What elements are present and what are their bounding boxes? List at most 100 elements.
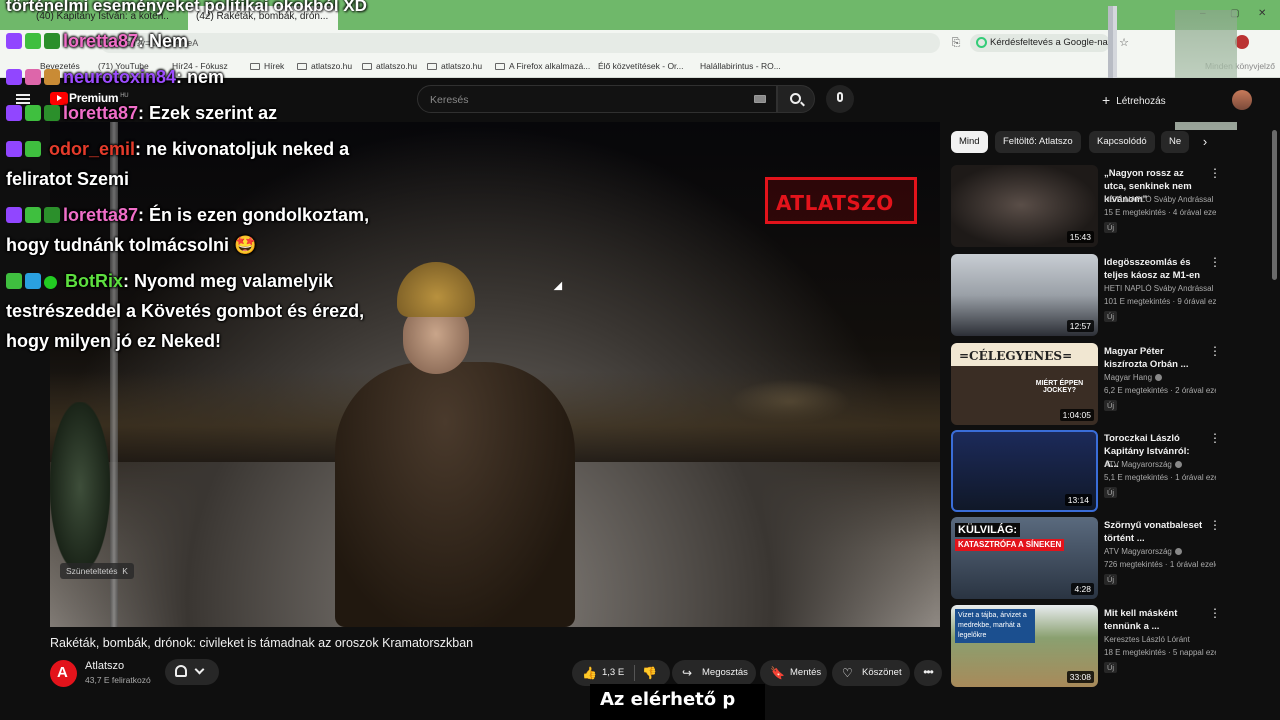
kick-badge-icon: [6, 273, 22, 289]
recommendation-title[interactable]: Idegösszeomlás és teljes káosz az M1-en: [1104, 256, 1204, 282]
star-badge-icon: [25, 69, 41, 85]
twitch-icon: [6, 69, 22, 85]
plus-icon: +: [1102, 92, 1111, 108]
bookmark-item[interactable]: atlatszo.hu: [297, 61, 352, 71]
more-vert-icon[interactable]: ⋮: [1209, 519, 1221, 531]
bookmark-item[interactable]: atlatszo.hu: [362, 61, 417, 71]
thanks-button[interactable]: ♡ Köszönet: [832, 660, 910, 686]
search-input[interactable]: Keresés: [417, 85, 777, 113]
emote-badge-icon: [44, 207, 60, 223]
bell-icon: [175, 665, 187, 677]
recommendation-meta: 101 E megtekintés · 9 órával ezelőtt: [1104, 297, 1216, 306]
more-vert-icon[interactable]: ⋮: [1209, 345, 1221, 357]
duration-badge: 15:43: [1066, 231, 1094, 243]
bookmark-item[interactable]: Halállabirintus - RO...: [700, 61, 781, 71]
recommendation-item[interactable]: 15:43 „Nagyon rossz az utca, senkinek ne…: [951, 165, 1221, 249]
verified-icon: [44, 276, 57, 289]
bookmark-item[interactable]: atlatszo.hu: [427, 61, 482, 71]
recommendation-item[interactable]: KÜLVILÁG: KATASZTRÓFA A SÍNEKEN 4:28 Szö…: [951, 517, 1221, 601]
more-actions-button[interactable]: •••: [914, 660, 942, 686]
verified-icon: [1174, 548, 1182, 555]
sidebar-scrollbar[interactable]: [1272, 130, 1277, 280]
bookmark-label: atlatszo.hu: [376, 61, 418, 71]
video-thumbnail[interactable]: Vizet a tájba, árvizet a medrekbe, marhá…: [951, 605, 1098, 687]
create-button[interactable]: + Létrehozás: [1102, 92, 1166, 108]
more-vert-icon[interactable]: ⋮: [1209, 607, 1221, 619]
bookmark-star-icon[interactable]: ☆: [1118, 37, 1130, 49]
duration-badge: 13:14: [1064, 494, 1092, 506]
save-button[interactable]: 🔖 Mentés: [760, 660, 827, 686]
heart-dollar-icon: ♡: [842, 666, 853, 680]
thumbs-down-icon[interactable]: 👎: [642, 666, 657, 680]
url-field[interactable]: watch?v=...aqRPIxeA: [100, 33, 940, 53]
recommendation-channel[interactable]: Keresztes László Lóránt: [1104, 635, 1216, 644]
more-vert-icon[interactable]: ⋮: [1209, 256, 1221, 268]
channel-name[interactable]: Atlatszo: [85, 660, 124, 672]
subscribed-notifications-button[interactable]: [165, 659, 219, 685]
closed-caption: Az elérhető p: [590, 684, 765, 720]
avatar[interactable]: [1232, 90, 1252, 110]
sub-badge-icon: [25, 105, 41, 121]
recommendation-title[interactable]: Mit kell másként tennünk a ...: [1104, 607, 1204, 633]
bookmark-icon: 🔖: [770, 666, 785, 680]
chat-message: loretta87: Ezek szerint az: [6, 98, 277, 128]
chip-more[interactable]: Ne: [1161, 131, 1190, 153]
recommendation-item[interactable]: Vizet a tájba, árvizet a medrekbe, marhá…: [951, 605, 1221, 689]
browser-profile-avatar[interactable]: [1235, 35, 1249, 49]
recommendation-channel[interactable]: ATV Magyarország: [1104, 460, 1216, 469]
recommendation-channel[interactable]: ATV Magyarország: [1104, 547, 1216, 556]
recommendation-channel[interactable]: HETI NAPLÓ Sváby Andrással: [1104, 284, 1216, 293]
chevron-right-icon[interactable]: ›: [1196, 133, 1214, 151]
chat-nick: BotRix: [65, 271, 124, 291]
google-ask-button[interactable]: Kérdésfeltevés a Google-nak: [970, 34, 1113, 52]
chip-all[interactable]: Mind: [951, 131, 988, 153]
folder-icon: [297, 63, 307, 70]
recommendation-channel[interactable]: Magyar Hang: [1104, 373, 1216, 382]
chat-nick: odor_emil: [49, 139, 136, 159]
share-button[interactable]: ↪ Megosztás: [672, 660, 756, 686]
sub-badge-icon: [25, 207, 41, 223]
recommendation-meta: 15 E megtekintés · 4 órával ezelőtt: [1104, 208, 1216, 217]
folder-icon: [250, 63, 260, 70]
bookmark-item[interactable]: A Firefox alkalmazá...: [495, 61, 590, 71]
recommendation-item[interactable]: 12:57 Idegösszeomlás és teljes káosz az …: [951, 254, 1221, 338]
recommendation-title[interactable]: Szörnyű vonatbaleset történt ...: [1104, 519, 1204, 545]
more-vert-icon[interactable]: ⋮: [1209, 167, 1221, 179]
video-thumbnail[interactable]: 13:14: [951, 430, 1098, 512]
chat-text: : Ezek szerint az: [138, 103, 278, 123]
more-vert-icon[interactable]: ⋮: [1209, 432, 1221, 444]
recommendation-item[interactable]: =CÉLEGYENES= MIÉRT ÉPPEN JOCKEY? 1:04:05…: [951, 343, 1221, 427]
sub-badge-icon: [25, 33, 41, 49]
close-window-icon[interactable]: ✕: [1258, 8, 1266, 19]
pause-hint: Szüneteltetés: [66, 566, 118, 576]
chat-nick: loretta87: [63, 31, 139, 51]
chat-text: : nem: [176, 67, 225, 87]
channel-avatar[interactable]: [50, 660, 77, 687]
video-thumbnail[interactable]: =CÉLEGYENES= MIÉRT ÉPPEN JOCKEY? 1:04:05: [951, 343, 1098, 425]
chip-related[interactable]: Kapcsolódó: [1089, 131, 1155, 153]
video-thumbnail[interactable]: 15:43: [951, 165, 1098, 247]
recommendation-item[interactable]: 13:14 Toroczkai László Kapitány Istvánró…: [951, 430, 1221, 514]
bookmark-item[interactable]: Élő közvetítések - Or...: [598, 61, 684, 71]
twitch-icon: [6, 207, 22, 223]
thumbnail-subtext: KATASZTRÓFA A SÍNEKEN: [955, 539, 1065, 551]
duration-badge: 12:57: [1066, 320, 1094, 332]
recommendation-channel[interactable]: HETI NAPLÓ Sváby Andrással: [1104, 195, 1216, 204]
search-button[interactable]: [777, 85, 815, 113]
like-button[interactable]: 👍 1,3 E 👎: [572, 660, 670, 686]
video-thumbnail[interactable]: KÜLVILÁG: KATASZTRÓFA A SÍNEKEN 4:28: [951, 517, 1098, 599]
voice-search-button[interactable]: [826, 85, 854, 113]
keyboard-icon[interactable]: [754, 95, 766, 103]
video-thumbnail[interactable]: 12:57: [951, 254, 1098, 336]
address-bar-row: watch?v=...aqRPIxeA ⎘ Kérdésfeltevés a G…: [0, 30, 1280, 56]
chevron-down-icon: [194, 664, 205, 675]
video-player[interactable]: ATLATSZO Szüneteltetés K: [50, 122, 940, 627]
chat-nick: loretta87: [63, 205, 139, 225]
screen-share-icon[interactable]: ⎘: [950, 37, 962, 49]
bookmark-label: atlatszo.hu: [441, 61, 483, 71]
pause-key: K: [122, 566, 128, 576]
bookmark-item[interactable]: Hírek: [250, 61, 284, 71]
recommendation-meta: 6,2 E megtekintés · 2 órával ezelőtt: [1104, 386, 1216, 395]
chip-uploader[interactable]: Feltöltő: Atlatszo: [995, 131, 1081, 153]
recommendation-title[interactable]: Magyar Péter kiszírozta Orbán ...: [1104, 345, 1204, 371]
